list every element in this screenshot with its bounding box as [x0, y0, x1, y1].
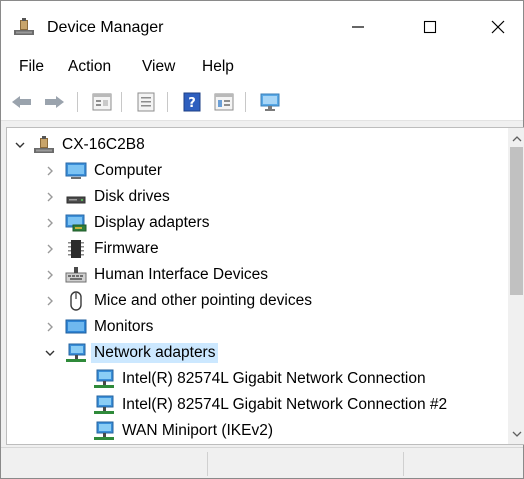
- menu-bar: File Action View Help: [1, 53, 523, 83]
- tree-child-label: WAN Miniport (IKEv2): [122, 422, 274, 439]
- help-icon: ?: [183, 92, 201, 112]
- chevron-right-icon[interactable]: [43, 320, 57, 334]
- maximize-button[interactable]: [407, 1, 453, 53]
- minimize-icon: [352, 26, 364, 28]
- mouse-icon: [70, 291, 82, 311]
- help-button[interactable]: ?: [179, 90, 205, 114]
- vertical-scrollbar[interactable]: [508, 128, 524, 444]
- tree-item-label: Firmware: [94, 240, 159, 257]
- scroll-thumb[interactable]: [510, 147, 523, 295]
- tree-item-human-interface-devices[interactable]: Human Interface Devices: [43, 262, 271, 288]
- tree-item-label: Mice and other pointing devices: [94, 292, 312, 309]
- tree-child-intel-nic-1[interactable]: Intel(R) 82574L Gigabit Network Connecti…: [93, 366, 429, 392]
- chevron-right-icon[interactable]: [43, 190, 57, 204]
- tree-child-label: Intel(R) 82574L Gigabit Network Connecti…: [122, 370, 426, 387]
- forward-icon: [45, 96, 64, 108]
- resource-view-icon: [214, 93, 234, 111]
- tree-item-network-adapters[interactable]: Network adapters: [43, 340, 219, 366]
- toolbar-separator: [121, 92, 122, 112]
- minimize-button[interactable]: [335, 1, 381, 53]
- hid-icon: [65, 267, 87, 283]
- tree-item-label: Network adapters: [91, 343, 219, 363]
- status-panel: [207, 452, 403, 476]
- network-adapter-icon: [94, 395, 114, 414]
- tree-child-intel-nic-2[interactable]: Intel(R) 82574L Gigabit Network Connecti…: [93, 392, 450, 418]
- scan-hardware-button[interactable]: [257, 90, 283, 114]
- computer-root-icon: [34, 136, 54, 153]
- device-manager-app-icon: [14, 18, 34, 35]
- title-bar[interactable]: Device Manager: [1, 1, 523, 53]
- tree-item-label: Monitors: [94, 318, 154, 335]
- maximize-icon: [423, 20, 437, 34]
- network-adapter-icon: [94, 421, 114, 440]
- chevron-up-icon: [512, 135, 521, 141]
- monitor-icon: [260, 93, 280, 111]
- toolbar-separator: [167, 92, 168, 112]
- resource-view-button[interactable]: [211, 90, 237, 114]
- tree-item-label: Human Interface Devices: [94, 266, 269, 283]
- firmware-chip-icon: [68, 240, 84, 258]
- device-tree[interactable]: CX-16C2B8 Computer Disk drives Display a…: [6, 127, 524, 445]
- back-icon: [12, 96, 31, 108]
- chevron-down-icon[interactable]: [43, 346, 57, 360]
- chevron-right-icon[interactable]: [43, 294, 57, 308]
- chevron-right-icon[interactable]: [43, 216, 57, 230]
- tree-root[interactable]: CX-16C2B8: [13, 132, 148, 158]
- disk-drive-icon: [66, 196, 86, 204]
- list-view-icon: [137, 92, 155, 112]
- network-adapter-icon: [94, 369, 114, 388]
- toolbar-separator: [77, 92, 78, 112]
- properties-view-icon: [92, 93, 112, 111]
- monitor-icon: [65, 319, 87, 334]
- status-panel: [403, 452, 521, 476]
- menu-action[interactable]: Action: [66, 58, 113, 76]
- properties-view-button[interactable]: [89, 90, 115, 114]
- chevron-down-icon: [512, 431, 521, 437]
- tree-item-label: Display adapters: [94, 214, 210, 231]
- tree-item-label: Computer: [94, 162, 163, 179]
- tree-item-disk-drives[interactable]: Disk drives: [43, 184, 173, 210]
- computer-icon: [65, 162, 87, 179]
- toolbar-separator: [245, 92, 246, 112]
- tree-child-label: Intel(R) 82574L Gigabit Network Connecti…: [122, 396, 448, 413]
- display-adapter-icon: [65, 214, 87, 232]
- chevron-right-icon[interactable]: [43, 242, 57, 256]
- device-manager-window: Device Manager File Action View Help ? C…: [0, 0, 524, 479]
- chevron-right-icon[interactable]: [43, 164, 57, 178]
- window-title: Device Manager: [47, 19, 164, 36]
- forward-button[interactable]: [41, 90, 67, 114]
- tree-child-wan-miniport-ikev2[interactable]: WAN Miniport (IKEv2): [93, 418, 276, 444]
- scroll-down-button[interactable]: [508, 425, 524, 442]
- close-icon: [491, 20, 505, 34]
- tree-item-mice[interactable]: Mice and other pointing devices: [43, 288, 315, 314]
- menu-help[interactable]: Help: [200, 58, 236, 76]
- chevron-right-icon[interactable]: [43, 268, 57, 282]
- list-view-button[interactable]: [133, 90, 159, 114]
- scroll-up-button[interactable]: [508, 130, 524, 147]
- toolbar: ?: [1, 83, 523, 121]
- status-bar: [1, 447, 523, 478]
- chevron-down-icon[interactable]: [13, 138, 27, 152]
- tree-root-label: CX-16C2B8: [62, 136, 145, 153]
- tree-item-firmware[interactable]: Firmware: [43, 236, 162, 262]
- network-adapter-icon: [66, 343, 86, 362]
- tree-item-label: Disk drives: [94, 188, 170, 205]
- tree-item-computer[interactable]: Computer: [43, 158, 165, 184]
- menu-file[interactable]: File: [17, 58, 46, 76]
- close-button[interactable]: [475, 1, 521, 53]
- back-button[interactable]: [9, 90, 35, 114]
- svg-text:?: ?: [188, 96, 196, 111]
- menu-view[interactable]: View: [140, 58, 177, 76]
- tree-item-display-adapters[interactable]: Display adapters: [43, 210, 212, 236]
- tree-item-monitors[interactable]: Monitors: [43, 314, 156, 340]
